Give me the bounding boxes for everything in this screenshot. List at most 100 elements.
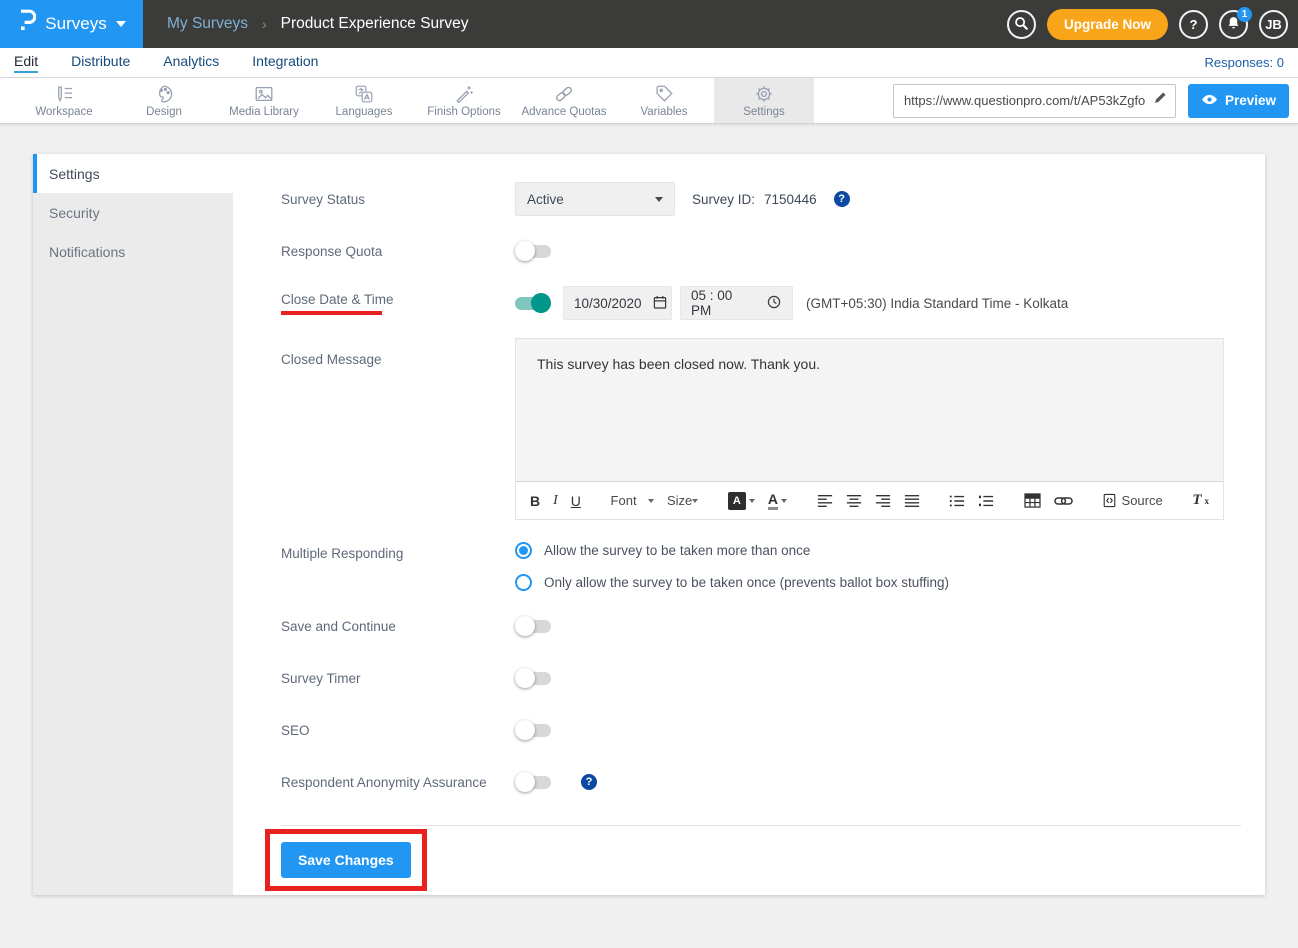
search-button[interactable] — [1007, 10, 1036, 39]
survey-url-input[interactable] — [893, 84, 1176, 118]
toolbar-item-advance-quotas[interactable]: Advance Quotas — [514, 78, 614, 123]
tab-analytics[interactable]: Analytics — [163, 53, 219, 73]
survey-timer-label: Survey Timer — [281, 671, 515, 686]
anonymity-help-icon[interactable]: ? — [581, 774, 597, 790]
tab-distribute[interactable]: Distribute — [71, 53, 130, 73]
breadcrumb-my-surveys[interactable]: My Surveys — [167, 15, 248, 33]
close-date-label: Close Date & Time — [281, 292, 515, 307]
magic-wand-icon — [453, 83, 475, 105]
close-time-input[interactable]: 05 : 00 PM — [680, 286, 793, 320]
tab-integration[interactable]: Integration — [252, 53, 318, 73]
workspace-icon — [53, 83, 75, 105]
survey-status-row: Survey Status Active Survey ID: 7150446 … — [281, 182, 1241, 216]
chevron-down-icon — [655, 197, 663, 202]
toolbar-item-languages[interactable]: Languages — [314, 78, 414, 123]
align-justify-button[interactable] — [904, 494, 920, 508]
timezone-text: (GMT+05:30) India Standard Time - Kolkat… — [806, 296, 1068, 311]
chevron-down-icon — [692, 499, 698, 503]
save-and-continue-row: Save and Continue — [281, 609, 1241, 643]
survey-status-select[interactable]: Active — [515, 182, 675, 216]
preview-button[interactable]: Preview — [1188, 84, 1289, 118]
save-changes-button[interactable]: Save Changes — [281, 842, 411, 878]
tag-icon — [653, 83, 675, 105]
anonymity-label: Respondent Anonymity Assurance — [281, 775, 515, 790]
bold-button[interactable]: B — [530, 493, 540, 509]
multiple-responding-label: Multiple Responding — [281, 546, 515, 561]
palette-icon — [153, 83, 175, 105]
breadcrumb-current-survey: Product Experience Survey — [281, 15, 469, 33]
radio-option-once: Only allow the survey to be taken once (… — [515, 574, 949, 591]
red-annotation-box: Save Changes — [265, 829, 427, 891]
sidebar-item-settings[interactable]: Settings — [33, 154, 233, 193]
survey-timer-toggle[interactable] — [515, 672, 551, 685]
responses-count[interactable]: Responses: 0 — [1205, 55, 1285, 70]
notification-count-badge: 1 — [1237, 7, 1252, 22]
font-select[interactable]: Font — [611, 493, 654, 508]
closed-message-text[interactable]: This survey has been closed now. Thank y… — [516, 339, 1223, 481]
brand-label: Surveys — [45, 14, 106, 34]
numbered-list-button[interactable] — [978, 494, 994, 508]
edit-url-button[interactable] — [1148, 89, 1172, 113]
bullet-list-button[interactable] — [949, 494, 965, 508]
radio-option-multiple: Allow the survey to be taken more than o… — [515, 542, 949, 559]
radio-allow-multiple[interactable] — [515, 542, 532, 559]
close-date-row: Close Date & Time 10/30/2020 05 : 00 PM — [281, 286, 1241, 320]
brand-menu[interactable]: Surveys — [0, 0, 143, 48]
radio-allow-once[interactable] — [515, 574, 532, 591]
response-quota-row: Response Quota — [281, 234, 1241, 268]
text-color-button[interactable]: A — [768, 492, 787, 510]
remove-format-button[interactable]: Tx — [1192, 492, 1209, 509]
anonymity-toggle[interactable] — [515, 776, 551, 789]
upgrade-now-button[interactable]: Upgrade Now — [1047, 9, 1168, 40]
align-right-button[interactable] — [875, 494, 891, 508]
survey-id-label: Survey ID: — [692, 192, 755, 207]
breadcrumb: My Surveys › Product Experience Survey — [167, 15, 468, 33]
toolbar-item-workspace[interactable]: Workspace — [14, 78, 114, 123]
align-center-button[interactable] — [846, 494, 862, 508]
gear-icon — [753, 83, 775, 105]
close-date-input[interactable]: 10/30/2020 — [563, 286, 672, 320]
seo-row: SEO — [281, 713, 1241, 747]
source-button[interactable]: Source — [1103, 493, 1163, 508]
question-mark-icon: ? — [1190, 17, 1198, 32]
questionpro-logo-icon — [17, 9, 36, 39]
pencil-icon — [1153, 91, 1167, 110]
seo-toggle[interactable] — [515, 724, 551, 737]
rich-text-toolbar: B I U Font Size A — [516, 481, 1223, 519]
toolbar-item-design[interactable]: Design — [114, 78, 214, 123]
settings-sidebar: Settings Security Notifications — [33, 154, 233, 895]
align-left-button[interactable] — [817, 494, 833, 508]
edit-toolbar: Workspace Design Media Library Languages… — [0, 78, 1298, 124]
toolbar-item-finish-options[interactable]: Finish Options — [414, 78, 514, 123]
closed-message-label: Closed Message — [281, 352, 515, 367]
notifications-button[interactable]: 1 — [1219, 10, 1248, 39]
form-divider — [281, 825, 1241, 826]
survey-id-value: 7150446 — [764, 192, 817, 207]
toolbar-item-settings[interactable]: Settings — [714, 78, 814, 123]
avatar[interactable]: JB — [1259, 10, 1288, 39]
size-select[interactable]: Size — [667, 493, 698, 508]
tab-edit[interactable]: Edit — [14, 53, 38, 73]
underline-button[interactable]: U — [571, 493, 581, 509]
save-and-continue-label: Save and Continue — [281, 619, 515, 634]
closed-message-row: Closed Message This survey has been clos… — [281, 338, 1241, 520]
response-quota-label: Response Quota — [281, 244, 515, 259]
insert-table-button[interactable] — [1024, 493, 1041, 508]
sidebar-item-security[interactable]: Security — [33, 193, 233, 232]
survey-status-label: Survey Status — [281, 192, 515, 207]
survey-id-help-icon[interactable]: ? — [834, 191, 850, 207]
italic-button[interactable]: I — [553, 493, 558, 509]
calendar-icon — [652, 294, 668, 313]
image-icon — [253, 83, 275, 105]
response-quota-toggle[interactable] — [515, 245, 551, 258]
section-nav: Edit Distribute Analytics Integration Re… — [0, 48, 1298, 78]
insert-link-button[interactable] — [1054, 495, 1073, 507]
save-and-continue-toggle[interactable] — [515, 620, 551, 633]
topbar-actions: Upgrade Now ? 1 JB — [1007, 9, 1298, 40]
toolbar-item-variables[interactable]: Variables — [614, 78, 714, 123]
help-button[interactable]: ? — [1179, 10, 1208, 39]
close-date-toggle[interactable] — [515, 297, 551, 310]
sidebar-item-notifications[interactable]: Notifications — [33, 232, 233, 271]
toolbar-item-media-library[interactable]: Media Library — [214, 78, 314, 123]
background-color-button[interactable]: A — [728, 492, 755, 510]
